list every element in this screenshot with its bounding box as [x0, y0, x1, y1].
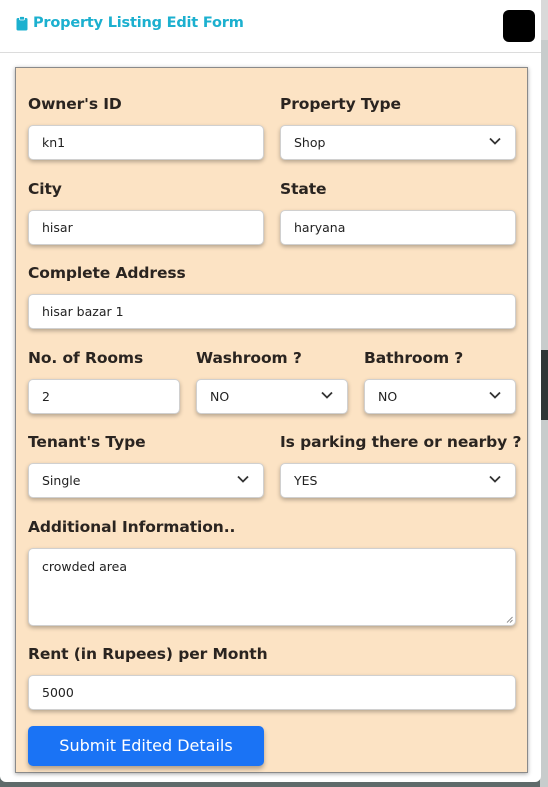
modal-header: Property Listing Edit Form	[0, 0, 541, 53]
address-label: Complete Address	[28, 264, 186, 282]
additional-info-textarea[interactable]: crowded area	[28, 548, 516, 626]
resize-handle-icon[interactable]	[506, 616, 513, 623]
tenant-type-select[interactable]: Single	[28, 463, 264, 498]
rent-label: Rent (in Rupees) per Month	[28, 645, 268, 663]
chevron-down-icon	[237, 475, 249, 483]
bathroom-select[interactable]: NO	[364, 379, 516, 414]
property-type-select[interactable]: Shop	[280, 125, 516, 160]
state-label: State	[280, 180, 327, 198]
state-input[interactable]: haryana	[280, 210, 516, 245]
city-input[interactable]: hisar	[28, 210, 264, 245]
owner-id-input[interactable]: kn1	[28, 125, 264, 160]
washroom-label: Washroom ?	[196, 349, 302, 367]
tenant-type-value: Single	[42, 473, 81, 488]
parking-select[interactable]: YES	[280, 463, 516, 498]
washroom-select[interactable]: NO	[196, 379, 348, 414]
chevron-down-icon	[321, 391, 333, 399]
washroom-value: NO	[210, 389, 230, 404]
address-input[interactable]: hisar bazar 1	[28, 294, 516, 329]
bathroom-label: Bathroom ?	[364, 349, 464, 367]
additional-info-value: crowded area	[42, 559, 128, 574]
property-type-value: Shop	[294, 135, 326, 150]
modal-title: Property Listing Edit Form	[33, 15, 244, 31]
rooms-input[interactable]: 2	[28, 379, 180, 414]
chevron-down-icon	[489, 475, 501, 483]
parking-label: Is parking there or nearby ?	[280, 433, 522, 451]
rooms-label: No. of Rooms	[28, 349, 144, 367]
rent-input[interactable]: 5000	[28, 675, 516, 710]
property-type-label: Property Type	[280, 95, 401, 113]
edit-property-modal: Property Listing Edit Form Owner's ID kn…	[0, 0, 541, 782]
clipboard-icon	[16, 15, 28, 30]
parking-value: YES	[294, 473, 318, 488]
close-button[interactable]	[503, 10, 535, 42]
submit-edited-details-button[interactable]: Submit Edited Details	[28, 726, 264, 766]
property-edit-form: Owner's ID kn1 Property Type Shop City h…	[15, 67, 528, 773]
tenant-type-label: Tenant's Type	[28, 433, 146, 451]
page-backdrop	[540, 0, 548, 787]
chevron-down-icon	[489, 137, 501, 145]
additional-info-label: Additional Information..	[28, 518, 236, 536]
chevron-down-icon	[489, 391, 501, 399]
modal-title-group: Property Listing Edit Form	[16, 15, 244, 31]
city-label: City	[28, 180, 62, 198]
owner-id-label: Owner's ID	[28, 95, 122, 113]
bathroom-value: NO	[378, 389, 398, 404]
